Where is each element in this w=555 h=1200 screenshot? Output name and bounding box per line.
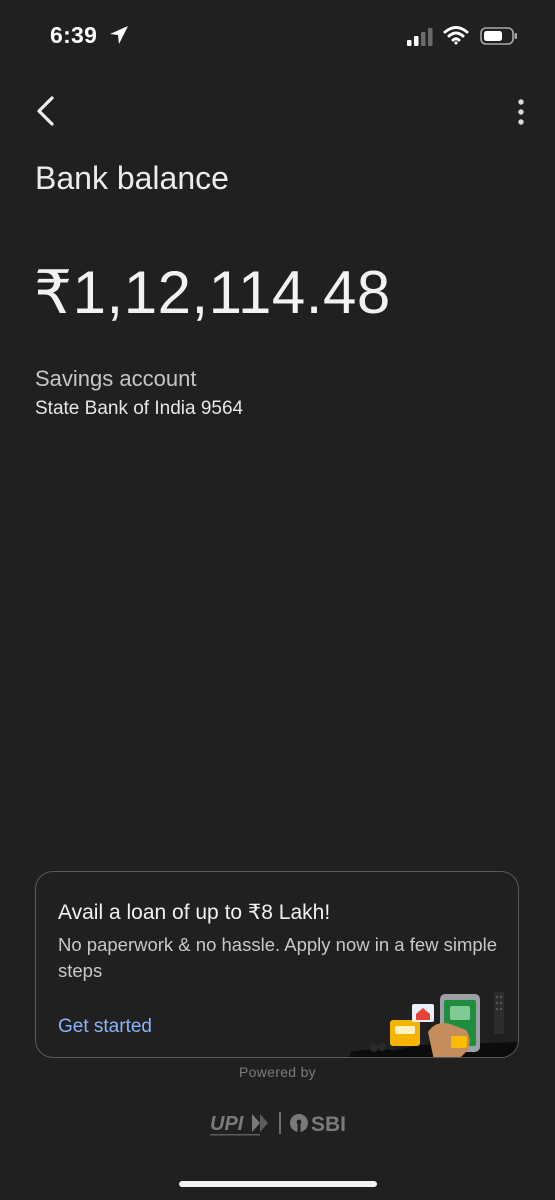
logo-divider (279, 1112, 281, 1134)
status-time: 6:39 (50, 22, 98, 48)
status-bar: 6:39 (0, 0, 555, 72)
location-arrow-icon (110, 26, 128, 44)
get-started-link[interactable]: Get started (58, 1016, 152, 1038)
account-type: Savings account (35, 366, 197, 391)
home-indicator (179, 1181, 377, 1187)
loan-offer-card[interactable]: Avail a loan of up to ₹8 Lakh! No paperw… (35, 871, 519, 1058)
cellular-signal-icon (407, 28, 433, 46)
wifi-icon (443, 26, 469, 45)
chevron-left-icon[interactable] (30, 94, 64, 128)
balance-amount: ₹1,12,114.48 (34, 259, 391, 326)
page-title: Bank balance (35, 160, 229, 196)
loan-card-description: No paperwork & no hassle. Apply now in a… (58, 934, 498, 981)
more-vertical-icon[interactable] (508, 94, 534, 130)
loan-illustration (350, 992, 518, 1057)
powered-by-label: Powered by (239, 1064, 316, 1080)
upi-logo: UPI (210, 1113, 268, 1136)
battery-icon (480, 27, 517, 45)
loan-card-title: Avail a loan of up to ₹8 Lakh! (58, 901, 331, 924)
svg-text:UPI: UPI (210, 1113, 244, 1135)
bank-account-name: State Bank of India 9564 (35, 398, 244, 419)
svg-text:SBI: SBI (311, 1113, 346, 1136)
sbi-logo: SBI (290, 1113, 346, 1136)
